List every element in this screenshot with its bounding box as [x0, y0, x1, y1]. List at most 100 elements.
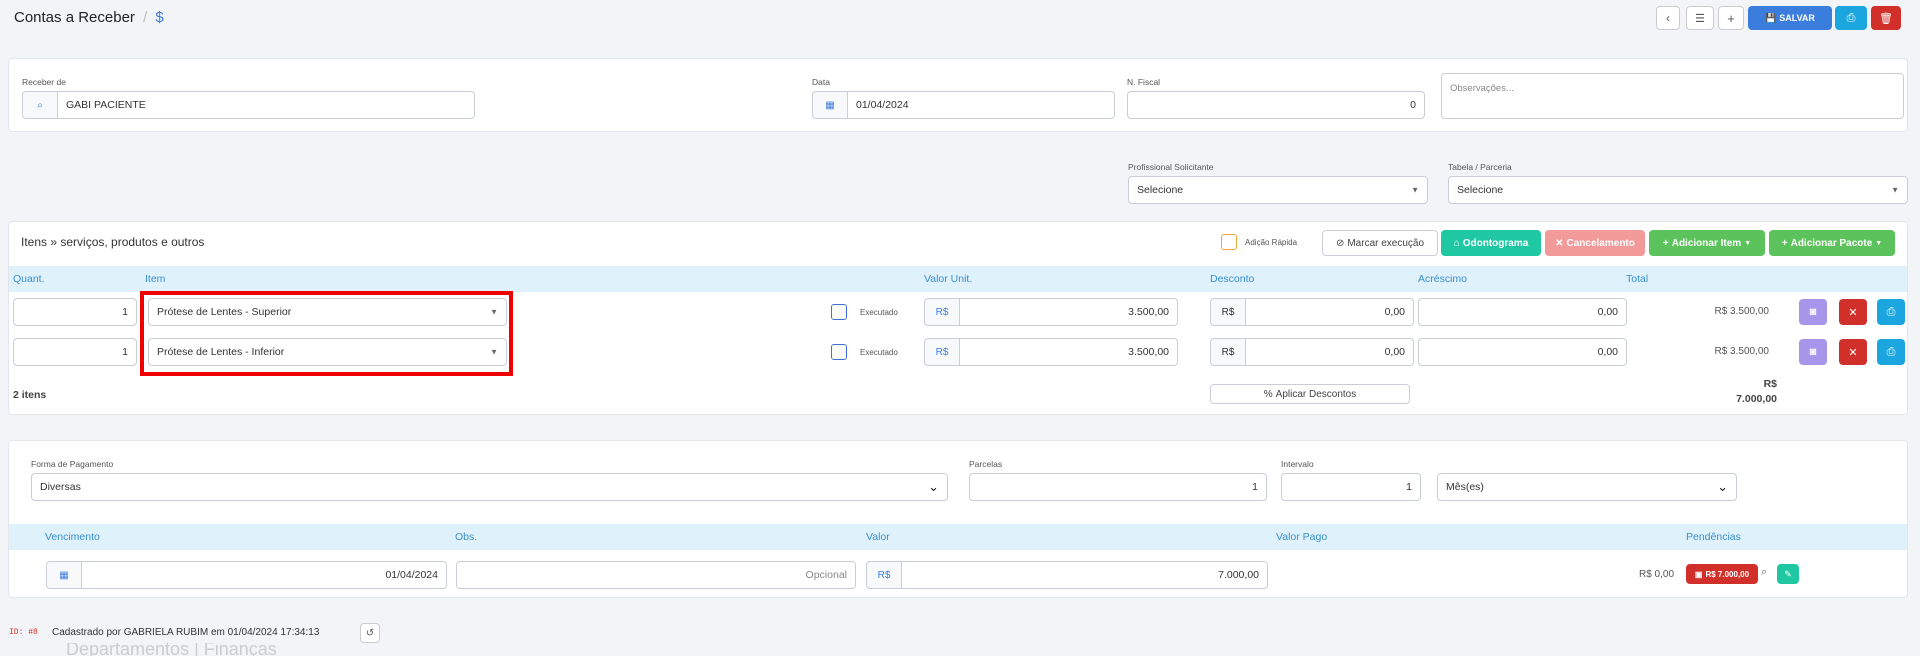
valor-pago: R$ 0,00 [1639, 569, 1675, 580]
highlight-box [140, 291, 513, 376]
adicao-rapida-label: Adição Rápida [1245, 238, 1298, 247]
chevron-down-icon: ⌄ [1717, 479, 1728, 494]
tabela-select[interactable]: Selecione ▼ [1448, 176, 1908, 204]
print-button[interactable]: ⎙ [1835, 6, 1867, 30]
breadcrumb-separator: / [143, 9, 148, 26]
back-button[interactable]: ‹ [1656, 6, 1680, 30]
unidade-select[interactable]: Mês(es) ⌄ [1437, 473, 1737, 501]
adicionar-item-button[interactable]: + Adicionar Item ▼ [1649, 230, 1765, 256]
search-addon[interactable]: ⌕ [22, 91, 58, 119]
camera-button[interactable]: ◙ [1799, 339, 1827, 365]
print-item-button[interactable]: ⎙ [1877, 339, 1905, 365]
executado-checkbox[interactable] [831, 304, 847, 320]
currency-label: R$ [1221, 306, 1235, 318]
record-id: ID: #8 [9, 628, 38, 637]
currency-addon: R$ [924, 338, 960, 366]
items-total: R$ 7.000,00 [1736, 377, 1777, 407]
marcar-execucao-button[interactable]: ⊘ Marcar execução [1322, 230, 1438, 256]
receber-de-label: Receber de [22, 77, 66, 87]
acrescimo-input[interactable]: 0,00 [1418, 338, 1627, 366]
col-obs: Obs. [455, 531, 478, 543]
vencimento-input[interactable]: 01/04/2024 [81, 561, 447, 589]
remove-item-button[interactable]: ✕ [1839, 339, 1867, 365]
search-icon: ⌕ [37, 99, 43, 111]
desconto-value: 0,00 [1384, 306, 1405, 318]
desconto-input[interactable]: 0,00 [1245, 298, 1414, 326]
adicionar-item-label: Adicionar Item [1671, 237, 1742, 249]
calendar-icon: ▦ [825, 99, 835, 111]
calendar-addon[interactable]: ▦ [812, 91, 848, 119]
forma-value: Diversas [40, 481, 81, 493]
col-item: Item [145, 273, 166, 285]
cancelamento-label: Cancelamento [1566, 237, 1635, 249]
quant-value: 1 [122, 346, 128, 358]
desconto-input[interactable]: 0,00 [1245, 338, 1414, 366]
camera-icon: ◙ [1809, 306, 1817, 318]
cancelamento-button[interactable]: ✕ Cancelamento [1545, 230, 1645, 256]
data-input[interactable]: 01/04/2024 [847, 91, 1115, 119]
col-valor-unit: Valor Unit. [924, 273, 973, 285]
acrescimo-value: 0,00 [1597, 346, 1618, 358]
parcelas-input[interactable]: 1 [969, 473, 1267, 501]
adicionar-pacote-button[interactable]: + Adicionar Pacote ▼ [1769, 230, 1895, 256]
payment-row: ▦ 01/04/2024 Opcional R$ 7.000,00 R$ 0,0… [9, 561, 1909, 591]
valor-value: 7.000,00 [1218, 569, 1259, 581]
adicionar-pacote-label: Adicionar Pacote [1790, 237, 1873, 249]
intervalo-input[interactable]: 1 [1281, 473, 1421, 501]
attach-button[interactable]: ✎ [1777, 564, 1799, 584]
breadcrumb-dollar[interactable]: $ [155, 9, 163, 26]
aplicar-descontos-label: Aplicar Descontos [1275, 388, 1357, 400]
quant-input[interactable]: 1 [13, 338, 137, 366]
delete-button[interactable]: 🗑 [1871, 6, 1901, 30]
calendar-addon[interactable]: ▦ [46, 561, 82, 589]
acrescimo-input[interactable]: 0,00 [1418, 298, 1627, 326]
add-button[interactable]: + [1718, 6, 1744, 30]
payment-card: Forma de Pagamento Diversas ⌄ Parcelas 1 … [8, 440, 1908, 598]
page-title-text: Contas a Receber [14, 9, 135, 26]
pendencia-badge[interactable]: ▣ R$ 7.000,00 [1686, 564, 1758, 584]
print-icon: ⎙ [1846, 11, 1856, 24]
plus-icon: + [1662, 237, 1669, 249]
executado-label: Executado [860, 348, 898, 357]
nfiscal-input[interactable]: 0 [1127, 91, 1425, 119]
forma-select[interactable]: Diversas ⌄ [31, 473, 948, 501]
print-item-button[interactable]: ⎙ [1877, 299, 1905, 325]
currency-addon: R$ [866, 561, 902, 589]
col-total: Total [1626, 273, 1649, 285]
camera-button[interactable]: ◙ [1799, 299, 1827, 325]
valor-unit-input[interactable]: 3.500,00 [959, 298, 1178, 326]
quant-input[interactable]: 1 [13, 298, 137, 326]
form-card: Receber de ⌕ GABI PACIENTE Data ▦ 01/04/… [8, 58, 1908, 132]
obs-placeholder: Opcional [805, 569, 847, 581]
receber-de-input[interactable]: GABI PACIENTE [57, 91, 475, 119]
percent-icon: % [1263, 388, 1273, 400]
currency-label: R$ [935, 346, 949, 358]
col-acrescimo: Acréscimo [1418, 273, 1468, 285]
items-count: 2 itens [13, 389, 47, 401]
aplicar-descontos-button[interactable]: % Aplicar Descontos [1210, 384, 1410, 404]
valor-input[interactable]: 7.000,00 [901, 561, 1268, 589]
obs-input[interactable]: Opcional [456, 561, 856, 589]
col-vencimento: Vencimento [45, 531, 100, 543]
vencimento-value: 01/04/2024 [385, 569, 438, 581]
save-icon: 💾 [1765, 12, 1777, 23]
executado-checkbox[interactable] [831, 344, 847, 360]
caret-down-icon: ▼ [1891, 185, 1899, 195]
tabela-value: Selecione [1457, 184, 1504, 196]
prof-value: Selecione [1137, 184, 1184, 196]
odontograma-button[interactable]: ⌂ Odontograma [1441, 230, 1541, 256]
save-button[interactable]: 💾 SALVAR [1748, 6, 1832, 30]
prof-select[interactable]: Selecione ▼ [1128, 176, 1428, 204]
square-icon: ▣ [1694, 569, 1703, 579]
history-button[interactable]: ↺ [360, 623, 380, 643]
adicao-rapida-checkbox[interactable] [1221, 234, 1237, 250]
list-button[interactable]: ☰ [1686, 6, 1714, 30]
desconto-value: 0,00 [1384, 346, 1405, 358]
page-title: Contas a Receber / $ [14, 9, 164, 26]
valor-unit-input[interactable]: 3.500,00 [959, 338, 1178, 366]
observacoes-textarea[interactable]: Observações... [1441, 73, 1904, 119]
remove-item-button[interactable]: ✕ [1839, 299, 1867, 325]
zoom-icon[interactable]: ⌕ [1761, 566, 1767, 579]
receber-de-value: GABI PACIENTE [66, 99, 146, 111]
col-desconto: Desconto [1210, 273, 1255, 285]
